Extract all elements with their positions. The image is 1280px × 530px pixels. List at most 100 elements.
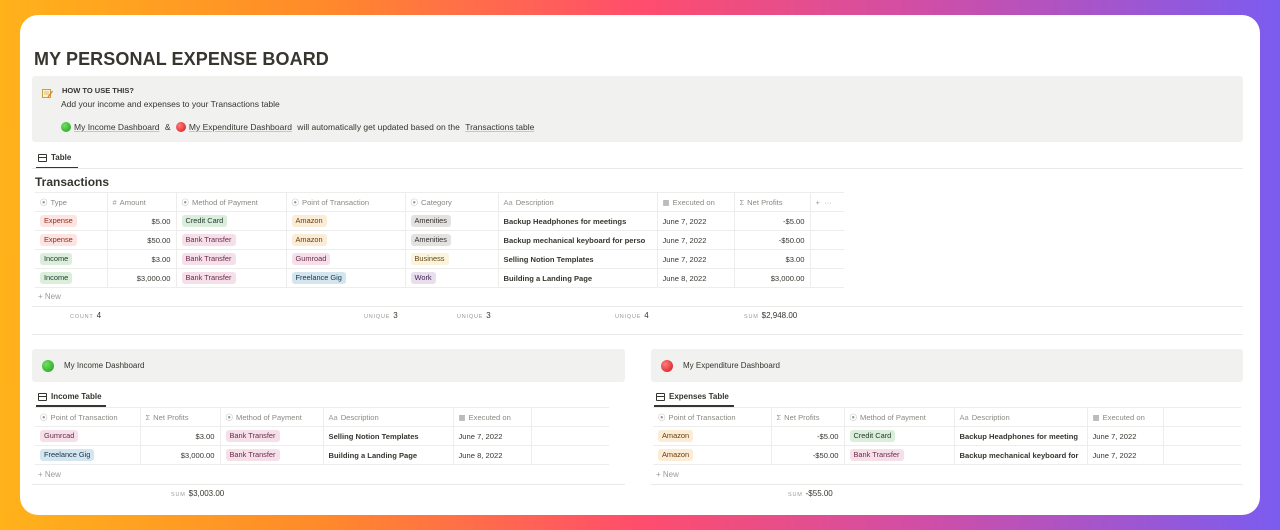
tab-expenses-table[interactable]: Expenses Table	[656, 392, 729, 401]
select-icon: ⦿	[181, 197, 190, 207]
table-row[interactable]: Amazon -$50.00 Bank Transfer Backup mech…	[653, 445, 1241, 465]
count-calculation[interactable]: COUNT 4	[70, 311, 101, 320]
text-icon: Aa	[959, 412, 969, 422]
executed-cell: June 7, 2022	[657, 211, 735, 231]
select-icon: ⦿	[658, 412, 666, 422]
description-cell: Backup Headphones for meeting	[954, 426, 1088, 446]
select-icon: ⦿	[291, 197, 300, 207]
table-icon	[656, 392, 665, 401]
point-tag: Gumrcad	[40, 430, 79, 442]
table-row[interactable]: Freelance Gig $3,000.00 Bank Transfer Bu…	[35, 445, 609, 465]
sum-calculation[interactable]: SUM $2,948.00	[744, 311, 797, 320]
amount-cell: $5.00	[107, 211, 177, 231]
table-row[interactable]: Expense $50.00 Bank Transfer Amazon Amen…	[35, 230, 844, 250]
transactions-table-link[interactable]: Transactions table	[465, 122, 534, 132]
unique-label: UNIQUE	[615, 314, 642, 320]
point-tag: Amazon	[658, 449, 694, 461]
row-divider	[32, 484, 625, 485]
transactions-link[interactable]: Transactions table	[211, 99, 280, 109]
description-cell: Backup mechanical keyboard for	[954, 445, 1088, 465]
col-executed-label: Executed on	[672, 197, 715, 207]
category-tag: Work	[410, 272, 436, 284]
col-net[interactable]: Σ Net Profits	[140, 407, 221, 427]
col-executed[interactable]: ▦ Executed on	[657, 192, 735, 212]
col-description[interactable]: Aa Description	[498, 192, 658, 212]
expenses-new-row-button[interactable]: + New	[656, 470, 679, 479]
formula-icon: Σ	[739, 197, 745, 207]
amount-cell: $3,000.00	[107, 268, 177, 288]
income-sum-calculation[interactable]: SUM $3,003.00	[171, 489, 224, 498]
table-row[interactable]: Income $3.00 Bank Transfer Gumroad Busin…	[35, 249, 844, 269]
table-row[interactable]: Income $3,000.00 Bank Transfer Freelance…	[35, 268, 844, 288]
col-method[interactable]: ⦿ Method of Payment	[220, 407, 324, 427]
col-executed[interactable]: ▦ Executed on	[453, 407, 532, 427]
income-dashboard-link[interactable]: My Income Dashboard	[74, 122, 160, 132]
unique-label: UNIQUE	[364, 314, 391, 320]
col-point[interactable]: ⦿ Point of Transaction	[35, 407, 141, 427]
col-net-label: Net Profits	[747, 197, 783, 207]
income-dashboard-header[interactable]: My Income Dashboard	[32, 349, 625, 382]
col-net[interactable]: Σ Net Profits	[734, 192, 811, 212]
income-dashboard-title: My Income Dashboard	[64, 361, 145, 370]
col-category[interactable]: ⦿ Category	[405, 192, 499, 212]
table-row[interactable]: Expense $5.00 Credit Card Amazon Ameniti…	[35, 211, 844, 231]
col-description[interactable]: Aa Description	[954, 407, 1088, 427]
expenditure-dashboard-header[interactable]: My Expenditure Dashboard	[651, 349, 1243, 382]
col-method[interactable]: ⦿ Method of Payment	[844, 407, 955, 427]
tab-divider	[32, 168, 1243, 169]
col-method-label: Method of Payment	[860, 412, 926, 422]
tab-income-table[interactable]: Income Table	[38, 392, 102, 401]
col-point-label: Point of Transaction	[302, 197, 370, 207]
unique-calculation-point[interactable]: UNIQUE 3	[364, 311, 398, 320]
col-description[interactable]: Aa Description	[323, 407, 454, 427]
income-table: ⦿ Point of Transaction Σ Net Profits ⦿ Meth…	[35, 407, 609, 465]
green-circle-icon	[61, 122, 71, 132]
red-circle-icon	[175, 122, 186, 132]
unique-value: 3	[393, 311, 398, 320]
col-executed[interactable]: ▦ Executed on	[1087, 407, 1164, 427]
col-amount[interactable]: # Amount	[107, 192, 177, 212]
notion-page: MY PERSONAL EXPENSE BOARD HOW TO USE THI…	[20, 15, 1260, 515]
unique-label: UNIQUE	[457, 314, 484, 320]
description-cell: Selling Notion Templates	[498, 249, 658, 269]
unique-calculation-category[interactable]: UNIQUE 3	[457, 311, 491, 320]
col-point[interactable]: ⦿ Point of Transaction	[286, 192, 406, 212]
method-tag: Bank Transfer	[225, 430, 280, 442]
count-value: 4	[96, 311, 102, 320]
page-title: MY PERSONAL EXPENSE BOARD	[34, 49, 329, 69]
add-column-icon[interactable]: +	[816, 198, 820, 207]
formula-icon: Σ	[145, 412, 151, 422]
expenditure-dashboard-link[interactable]: My Expenditure Dashboard	[189, 122, 292, 132]
table-row[interactable]: Gumrcad $3.00 Bank Transfer Selling Noti…	[35, 426, 609, 446]
tab-table-label: Table	[51, 153, 72, 162]
select-icon: ⦿	[40, 197, 48, 207]
col-type[interactable]: ⦿ Type	[35, 192, 108, 212]
transactions-table: ⦿ Type # Amount ⦿ Method of Payment ⦿ Point …	[35, 192, 844, 288]
col-net[interactable]: Σ Net Profits	[771, 407, 845, 427]
col-description-label: Description	[340, 412, 379, 422]
new-row-button[interactable]: + New	[38, 292, 61, 301]
calendar-icon: ▦	[458, 412, 466, 422]
expenses-sum-calculation[interactable]: SUM -$55.00	[788, 489, 833, 498]
tab-table[interactable]: Table	[38, 153, 71, 162]
col-method[interactable]: ⦿ Method of Payment	[176, 192, 287, 212]
description-cell: Selling Notion Templates	[323, 426, 454, 446]
executed-cell: June 8, 2022	[657, 268, 735, 288]
col-executed-label: Executed on	[1102, 412, 1145, 422]
description-cell: Backup mechanical keyboard for perso	[498, 230, 658, 250]
type-tag: Income	[40, 272, 73, 284]
table-row[interactable]: Amazon -$5.00 Credit Card Backup Headpho…	[653, 426, 1241, 446]
unique-calculation-description[interactable]: UNIQUE 4	[615, 311, 649, 320]
point-tag: Freelance Gig	[291, 272, 346, 284]
net-cell: -$5.00	[734, 211, 811, 231]
category-tag: Amenities	[410, 234, 451, 246]
red-circle-icon	[661, 359, 673, 372]
income-new-row-button[interactable]: + New	[38, 470, 61, 479]
description-cell: Building a Landing Page	[323, 445, 454, 465]
col-method-label: Method of Payment	[192, 197, 258, 207]
calendar-icon: ▦	[662, 197, 670, 207]
col-point[interactable]: ⦿ Point of Transaction	[653, 407, 772, 427]
sum-value: -$55.00	[805, 489, 833, 498]
more-options-icon[interactable]: ···	[824, 198, 832, 207]
select-icon: ⦿	[410, 197, 419, 207]
